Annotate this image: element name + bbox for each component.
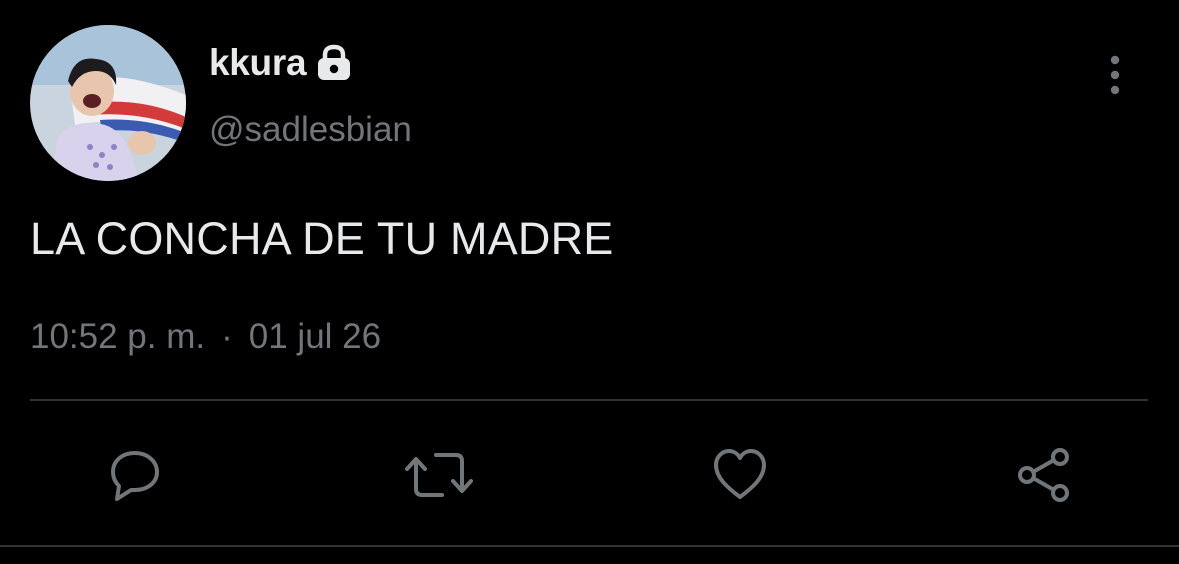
bottom-divider <box>0 545 1179 547</box>
display-name[interactable]: kkura <box>209 42 307 84</box>
reply-button[interactable] <box>100 440 170 510</box>
avatar[interactable] <box>30 25 186 181</box>
like-button[interactable] <box>705 440 775 510</box>
meta-separator: · <box>221 317 233 356</box>
share-icon <box>1018 448 1069 502</box>
avatar-image <box>30 25 186 181</box>
retweet-icon <box>405 453 473 497</box>
author-name-row: kkura <box>209 40 353 86</box>
lock-icon <box>315 44 353 82</box>
tweet-date[interactable]: 01 jul 26 <box>249 317 381 357</box>
retweet-button[interactable] <box>404 440 474 510</box>
heart-icon <box>714 449 766 499</box>
tweet-time[interactable]: 10:52 p. m. <box>30 317 205 357</box>
share-button[interactable] <box>1008 440 1078 510</box>
tweet-timestamp: 10:52 p. m. · 01 jul 26 <box>30 317 381 357</box>
tweet-text: LA CONCHA DE TU MADRE <box>30 213 614 264</box>
tweet-detail: kkura @sadlesbian LA CONCHA DE TU MADRE … <box>0 0 1179 564</box>
more-vertical-icon[interactable] <box>1095 50 1135 100</box>
user-handle[interactable]: @sadlesbian <box>209 110 412 150</box>
divider <box>30 399 1148 401</box>
reply-icon <box>111 451 159 501</box>
